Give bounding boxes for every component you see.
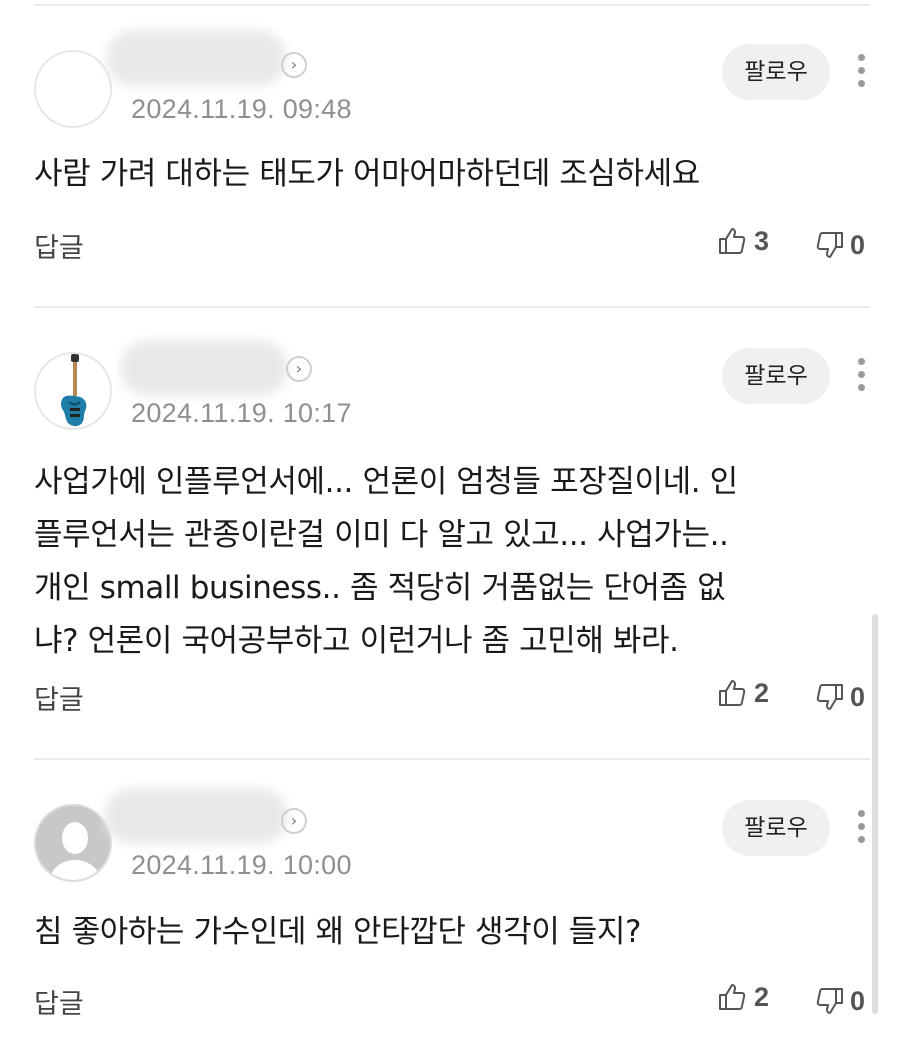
chevron-right-icon[interactable]: › [281, 808, 307, 834]
like-button[interactable]: 2 [716, 980, 769, 1014]
comment-text-line: 냐? 언론이 국어공부하고 이런거나 좀 고민해 봐라. [34, 623, 679, 659]
follow-button[interactable]: 팔로우 [722, 800, 830, 856]
more-vertical-icon[interactable] [856, 54, 866, 94]
thumbs-down-icon [816, 988, 843, 1014]
comment-text-line: 침 좋아하는 가수인데 왜 안타깝단 생각이 들지? [34, 914, 642, 950]
like-count: 2 [754, 981, 770, 1012]
comment-divider [34, 758, 870, 760]
comment-text-line: 플루언서는 관종이란걸 이미 다 알고 있고... 사업가는.. [34, 517, 729, 553]
comment-divider [34, 306, 870, 308]
scrollbar[interactable] [872, 614, 878, 1014]
username-blurred[interactable] [104, 788, 288, 844]
comment-date: 2024.11.19. 10:00 [131, 850, 352, 880]
comment-text-line: 사람 가려 대하는 태도가 어마어마하던데 조심하세요 [34, 156, 700, 192]
more-vertical-icon[interactable] [856, 358, 866, 398]
top-divider [34, 4, 870, 6]
thumbs-up-icon [719, 228, 746, 254]
like-button[interactable]: 2 [716, 676, 769, 710]
comment-date: 2024.11.19. 09:48 [131, 94, 352, 124]
username-blurred[interactable] [120, 340, 288, 396]
follow-button[interactable]: 팔로우 [722, 348, 830, 404]
follow-button[interactable]: 팔로우 [722, 44, 830, 100]
avatar[interactable] [34, 804, 112, 882]
thumbs-down-icon [816, 684, 843, 710]
comment-date: 2024.11.19. 10:17 [131, 398, 352, 428]
comment-text-line: 사업가에 인플루언서에... 언론이 엄청들 포장질이네. 인 [34, 464, 738, 500]
chevron-right-icon[interactable]: › [281, 52, 307, 78]
thumbs-up-icon [719, 984, 746, 1010]
dislike-button[interactable]: 0 [814, 984, 865, 1018]
comment-text-line: 개인 small business.. 좀 적당히 거품없는 단어좀 없 [34, 570, 726, 606]
chevron-right-icon[interactable]: › [286, 356, 312, 382]
dislike-count: 0 [850, 681, 866, 712]
dislike-button[interactable]: 0 [814, 680, 865, 714]
like-count: 3 [754, 225, 770, 256]
default-user-icon [48, 822, 102, 880]
dislike-count: 0 [850, 229, 866, 260]
comment-text: 침 좋아하는 가수인데 왜 안타깝단 생각이 들지? [34, 906, 834, 959]
dislike-count: 0 [850, 985, 866, 1016]
thumbs-down-icon [816, 232, 843, 258]
guitar-avatar-image [61, 354, 87, 427]
more-vertical-icon[interactable] [856, 810, 866, 850]
reply-button[interactable]: 답글 [34, 678, 84, 717]
avatar[interactable] [34, 352, 112, 430]
comment-text: 사업가에 인플루언서에... 언론이 엄청들 포장질이네. 인 플루언서는 관종… [34, 456, 834, 668]
comment-text: 사람 가려 대하는 태도가 어마어마하던데 조심하세요 [34, 148, 834, 201]
reply-button[interactable]: 답글 [34, 982, 84, 1021]
reply-button[interactable]: 답글 [34, 226, 84, 265]
thumbs-up-icon [719, 680, 746, 706]
dislike-button[interactable]: 0 [814, 228, 865, 262]
like-count: 2 [754, 677, 770, 708]
like-button[interactable]: 3 [716, 224, 769, 258]
avatar[interactable] [34, 50, 112, 128]
username-blurred[interactable] [106, 30, 286, 86]
